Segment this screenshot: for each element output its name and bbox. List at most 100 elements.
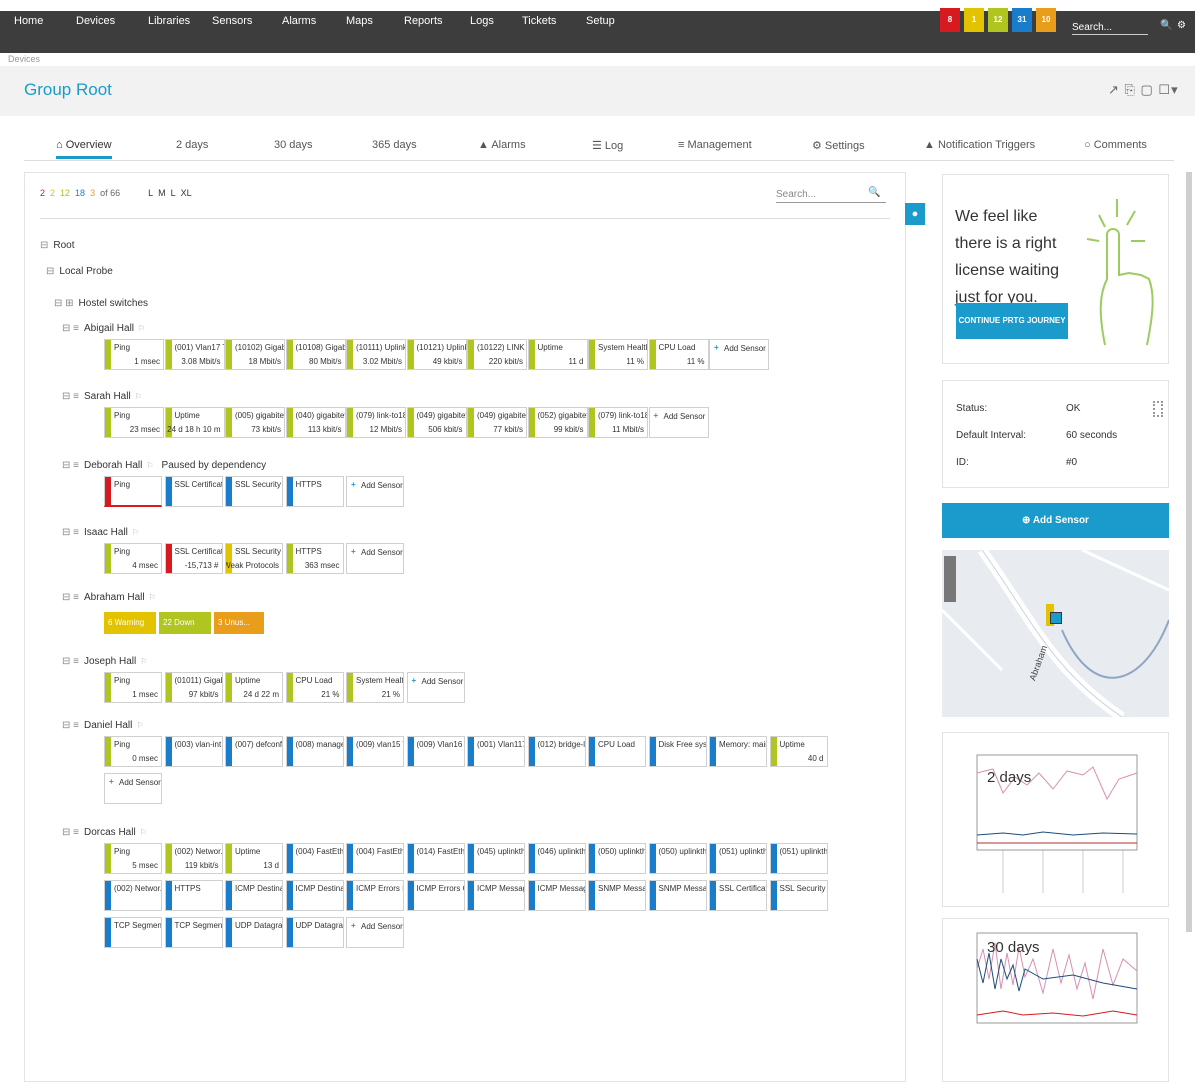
nav-item-logs[interactable]: Logs [470, 0, 494, 42]
expand-icon[interactable]: ⊟ ≡ [62, 827, 79, 838]
sensor-tile[interactable]: (004) FastEthe... [346, 843, 404, 874]
sensor-tile[interactable]: (050) uplinkth... [588, 843, 646, 874]
add-sensor-tile[interactable]: + Add Sensor [346, 543, 404, 574]
sensor-summary-tag[interactable]: 22 Down [159, 612, 211, 634]
expand-icon[interactable]: ⊟ ≡ [62, 391, 79, 402]
add-sensor-tile[interactable]: + Add Sensor [406, 672, 465, 703]
status-count-badge[interactable]: 31 [1012, 8, 1032, 32]
nav-item-reports[interactable]: Reports [404, 0, 443, 42]
sensor-tile[interactable]: (049) gigabitet... 506 kbit/s [406, 407, 467, 438]
sensor-tile[interactable]: (004) FastEthe... [285, 843, 344, 874]
chart-30-days[interactable]: 30 days [942, 918, 1169, 1082]
tab-comments[interactable]: ○ Comments [1084, 139, 1147, 151]
tree-node-group[interactable]: ⊟ ⊞ Hostel switches [54, 298, 148, 309]
pin-icon[interactable]: ⚐ [140, 657, 147, 666]
tree-toolbar-item[interactable]: L [171, 188, 176, 198]
tree-node-probe[interactable]: ⊟ Local Probe [46, 266, 113, 277]
sensor-tile[interactable]: (007) defconf... [225, 736, 283, 767]
sensor-tile[interactable]: SSL Certificate... -15,713 # [164, 543, 223, 574]
tab-notification-triggers[interactable]: ▲ Notification Triggers [924, 139, 1035, 151]
sensor-tile[interactable]: ICMP Errors In [346, 880, 404, 911]
sensor-tile[interactable]: (01011) Gigab... 97 kbit/s [164, 672, 223, 703]
sensor-tile[interactable]: Uptime 24 d 22 m [225, 672, 283, 703]
sensor-tile[interactable]: (049) gigabitet... 77 kbit/s [467, 407, 527, 438]
search-icon[interactable]: 🔍 [1160, 20, 1172, 31]
tree-node-device[interactable]: ⊟ ≡ Isaac Hall ⚐ [62, 527, 139, 538]
expand-icon[interactable]: ⊟ ≡ [62, 720, 79, 731]
sensor-tile[interactable]: TCP Segments... [104, 917, 162, 948]
tree-toolbar-item[interactable]: 2 [40, 188, 45, 198]
sensor-tile[interactable]: SNMP Messag... [648, 880, 707, 911]
global-search-input[interactable]: Search... [1072, 22, 1148, 35]
expand-icon[interactable]: ⊟ ≡ [62, 656, 79, 667]
sensor-tile[interactable]: SSL Security C... Weak Protocols [225, 543, 283, 574]
sensor-tile[interactable]: System Health ... 11 % [588, 339, 648, 370]
sensor-tile[interactable]: UDP Datagram... [225, 917, 283, 948]
sensor-tile[interactable]: (003) vlan-int... [164, 736, 223, 767]
tree-node-device[interactable]: ⊟ ≡ Sarah Hall ⚐ [62, 391, 142, 402]
sensor-tile[interactable]: Ping 4 msec [104, 543, 162, 574]
map-pin-icon[interactable] [1050, 612, 1062, 624]
nav-item-alarms[interactable]: Alarms [282, 0, 316, 42]
nav-item-tickets[interactable]: Tickets [522, 0, 556, 42]
sensor-tile[interactable]: ICMP Errors Out [406, 880, 465, 911]
nav-item-setup[interactable]: Setup [586, 0, 615, 42]
nav-item-maps[interactable]: Maps [346, 0, 373, 42]
tree-toolbar-item[interactable]: 12 [60, 188, 70, 198]
sensor-tile[interactable]: (10122) LINK T... 220 kbit/s [467, 339, 527, 370]
sensor-tile[interactable]: Ping [104, 476, 162, 507]
add-sensor-tile[interactable]: + Add Sensor [346, 917, 404, 948]
sensor-tile[interactable]: (001) Vlan117... [467, 736, 525, 767]
sensor-tile[interactable]: CPU Load [588, 736, 646, 767]
sensor-tile[interactable]: (079) link-to18... 12 Mbit/s [346, 407, 406, 438]
scrollbar[interactable] [1186, 172, 1192, 932]
sensor-tile[interactable]: (014) FastEthe... [406, 843, 465, 874]
sensor-tile[interactable]: (10102) Gigab... 18 Mbit/s [225, 339, 285, 370]
sensor-tile[interactable]: SSL Certificate... [709, 880, 767, 911]
nav-item-home[interactable]: Home [14, 0, 43, 42]
sensor-tile[interactable]: (10108) Gigab... 80 Mbit/s [285, 339, 346, 370]
sensor-tile[interactable]: (040) gigabitet... 113 kbit/s [285, 407, 346, 438]
tab-365-days[interactable]: 365 days [372, 139, 417, 151]
sensor-tile[interactable]: ICMP Messag... [467, 880, 525, 911]
tree-toolbar-item[interactable]: 18 [75, 188, 85, 198]
tab-settings[interactable]: ⚙ Settings [812, 139, 865, 152]
sensor-tile[interactable]: (079) link-to18... 11 Mbit/s [588, 407, 648, 438]
tree-toolbar-item[interactable]: XL [181, 188, 192, 198]
sensor-tile[interactable]: SSL Security C... [225, 476, 283, 507]
status-count-badge[interactable]: 8 [940, 8, 960, 32]
sensor-tile[interactable]: (008) manage... [285, 736, 344, 767]
tab-alarms[interactable]: ▲ Alarms [478, 139, 526, 151]
expand-icon[interactable]: ⊟ ≡ [62, 592, 79, 603]
sensor-tile[interactable]: (001) Vlan17 T... 3.08 Mbit/s [164, 339, 225, 370]
breadcrumb[interactable]: Devices [8, 54, 40, 64]
chart-2-days[interactable]: 2 days [942, 732, 1169, 907]
nav-item-devices[interactable]: Devices [76, 0, 115, 42]
status-count-badge[interactable]: 10 [1036, 8, 1056, 32]
sensor-tile[interactable]: (051) uplinkth... [709, 843, 767, 874]
sensor-tile[interactable]: HTTPS [285, 476, 344, 507]
tree-node-root[interactable]: ⊟ Root [40, 240, 75, 251]
sensor-tile[interactable]: CPU Load 11 % [648, 339, 709, 370]
add-sensor-tile[interactable]: + Add Sensor [648, 407, 709, 438]
sensor-summary-tag[interactable]: 6 Warning [104, 612, 156, 634]
sensor-tile[interactable]: Ping 1 msec [104, 672, 162, 703]
sensor-tile[interactable]: UDP Datagram... [285, 917, 344, 948]
tab-2-days[interactable]: 2 days [176, 139, 208, 151]
notifications-icon[interactable]: ⚙ [1177, 20, 1186, 31]
collapse-panel-button[interactable]: ● [905, 203, 925, 225]
sensor-tile[interactable]: (10111) Uplink... 3.02 Mbit/s [346, 339, 406, 370]
tree-node-device[interactable]: ⊟ ≡ Joseph Hall ⚐ [62, 656, 147, 667]
pin-icon[interactable]: ⚐ [135, 392, 142, 401]
tree-toolbar-item[interactable]: 3 [90, 188, 95, 198]
sensor-tile[interactable]: CPU Load 21 % [285, 672, 344, 703]
tab-management[interactable]: ≡ Management [678, 139, 752, 151]
sensor-tile[interactable]: HTTPS [164, 880, 223, 911]
tree-toolbar-item[interactable]: L [148, 188, 153, 198]
sensor-tile[interactable]: Memory: main... [709, 736, 767, 767]
sensor-tile[interactable]: ICMP Messag... [527, 880, 586, 911]
sensor-summary-tag[interactable]: 3 Unus... [214, 612, 264, 634]
status-count-badge[interactable]: 1 [964, 8, 984, 32]
tab-log[interactable]: ☰ Log [592, 139, 623, 152]
sensor-tile[interactable]: (045) uplinkth... [467, 843, 525, 874]
